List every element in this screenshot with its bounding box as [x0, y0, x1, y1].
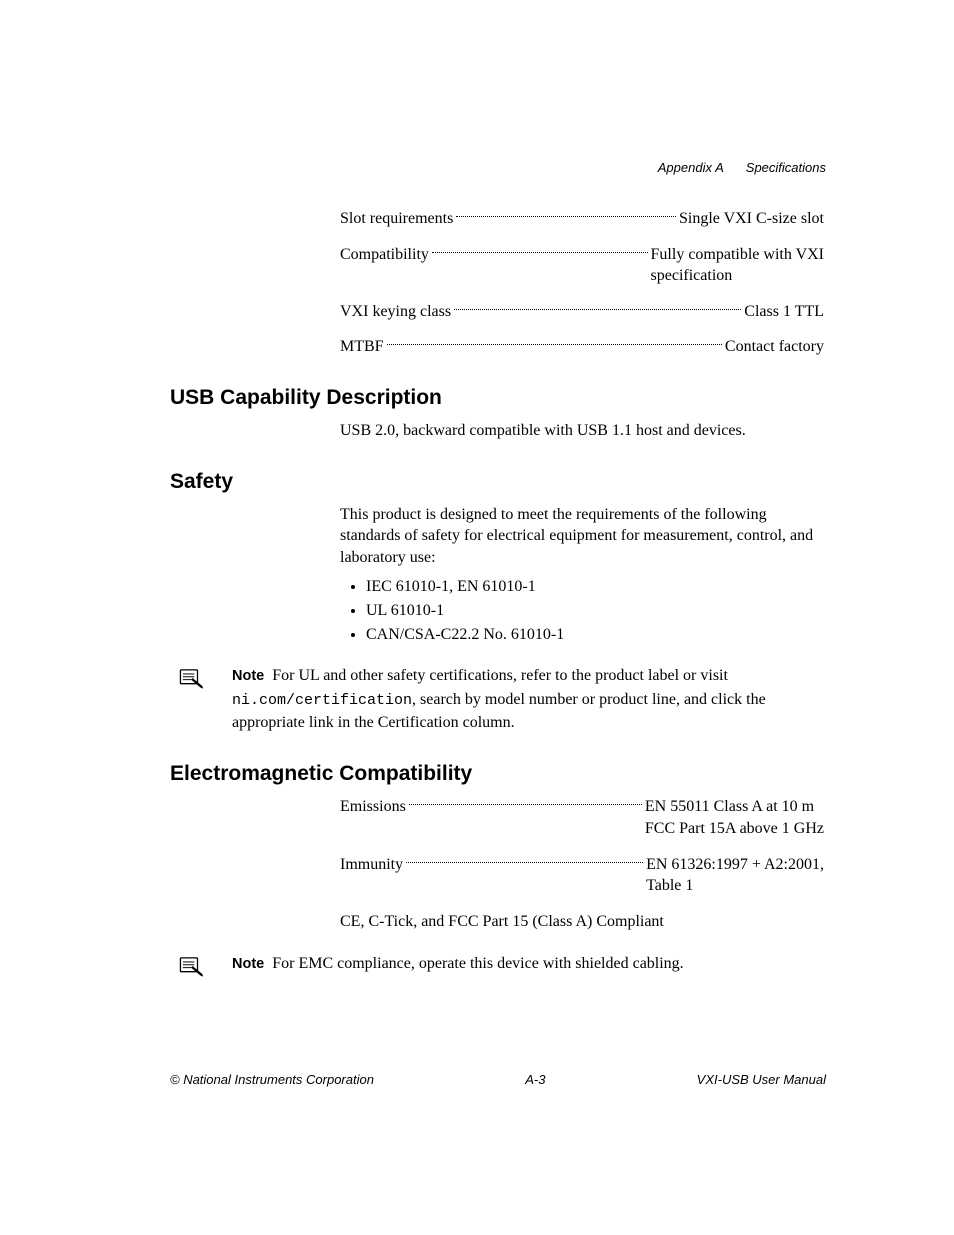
spec-value: EN 61326:1997 + A2:2001, Table 1 [646, 854, 824, 897]
footer-page-number: A-3 [525, 1072, 545, 1087]
section-heading-usb: USB Capability Description [170, 386, 834, 410]
safety-intro: This product is designed to meet the req… [340, 504, 824, 569]
spec-label: VXI keying class [340, 301, 451, 323]
note-url: ni.com/certification [232, 692, 412, 709]
spec-row: Emissions EN 55011 Class A at 10 m FCC P… [340, 796, 824, 839]
list-item: UL 61010-1 [366, 602, 834, 620]
running-header: Appendix A Specifications [658, 160, 826, 175]
spec-row: Immunity EN 61326:1997 + A2:2001, Table … [340, 854, 824, 897]
page: Appendix A Specifications Slot requiremen… [0, 0, 954, 1235]
section-heading-emc: Electromagnetic Compatibility [170, 762, 834, 786]
spec-row: MTBF Contact factory [340, 336, 824, 358]
spec-value: Contact factory [725, 336, 824, 358]
emc-compliance: CE, C-Tick, and FCC Part 15 (Class A) Co… [340, 911, 824, 933]
spec-value: Class 1 TTL [744, 301, 824, 323]
dot-leader [409, 791, 642, 805]
spec-label: Slot requirements [340, 208, 453, 230]
spec-label: Compatibility [340, 244, 429, 266]
page-footer: © National Instruments Corporation A-3 V… [170, 1072, 826, 1087]
footer-left: © National Instruments Corporation [170, 1072, 374, 1087]
spec-value: Single VXI C-size slot [679, 208, 824, 230]
list-item: CAN/CSA-C22.2 No. 61010-1 [366, 626, 834, 644]
spec-label: MTBF [340, 336, 384, 358]
safety-bullets: IEC 61010-1, EN 61010-1 UL 61010-1 CAN/C… [340, 578, 834, 644]
dot-leader [454, 296, 741, 310]
top-spec-block: Slot requirements Single VXI C-size slot… [340, 208, 824, 358]
note-label: Note [232, 956, 264, 972]
header-title: Specifications [746, 160, 826, 175]
spec-label: Immunity [340, 854, 403, 876]
spec-row: VXI keying class Class 1 TTL [340, 301, 824, 323]
dot-leader [387, 331, 722, 345]
section-heading-safety: Safety [170, 470, 834, 494]
spec-label: Emissions [340, 796, 406, 818]
spec-value: Fully compatible with VXI specification [651, 244, 824, 287]
note-body: Note For UL and other safety certificati… [232, 664, 824, 734]
footer-right: VXI-USB User Manual [697, 1072, 826, 1087]
note-body: Note For EMC compliance, operate this de… [232, 952, 824, 975]
usb-body: USB 2.0, backward compatible with USB 1.… [340, 420, 824, 442]
note-text: For EMC compliance, operate this device … [272, 955, 683, 972]
appendix-label: Appendix A [658, 160, 724, 175]
dot-leader [456, 203, 676, 217]
note-icon [178, 666, 204, 690]
spec-row: Compatibility Fully compatible with VXI … [340, 244, 824, 287]
note-text-pre: For UL and other safety certifications, … [272, 667, 728, 684]
spec-row: Slot requirements Single VXI C-size slot [340, 208, 824, 230]
content-area: Slot requirements Single VXI C-size slot… [170, 208, 834, 978]
dot-leader [432, 239, 648, 253]
note-label: Note [232, 668, 264, 684]
note-icon [178, 954, 204, 978]
spec-value: EN 55011 Class A at 10 m FCC Part 15A ab… [645, 796, 824, 839]
emc-spec-block: Emissions EN 55011 Class A at 10 m FCC P… [340, 796, 824, 896]
dot-leader [406, 849, 643, 863]
list-item: IEC 61010-1, EN 61010-1 [366, 578, 834, 596]
emc-note: Note For EMC compliance, operate this de… [178, 952, 834, 978]
safety-note: Note For UL and other safety certificati… [178, 664, 834, 734]
